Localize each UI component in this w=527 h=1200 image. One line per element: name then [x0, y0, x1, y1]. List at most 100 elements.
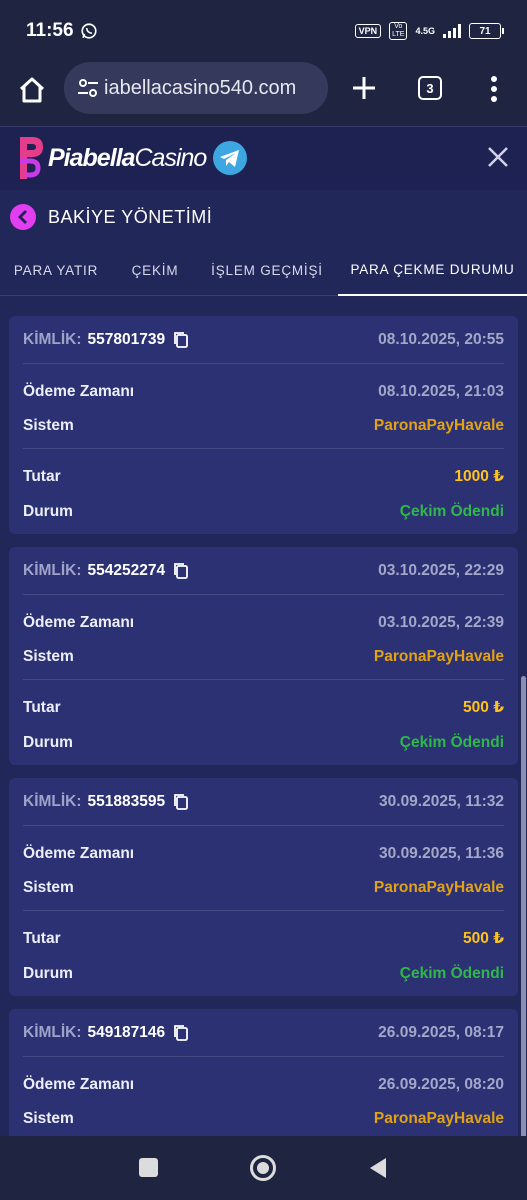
transaction-card: KİMLİK: 554252274 03.10.2025, 22:29 Ödem…	[9, 547, 518, 765]
site-logo[interactable]: PiabellaCasino	[16, 133, 248, 183]
status-row: Durum Çekim Ödendi	[23, 725, 504, 760]
site-header: PiabellaCasino	[0, 126, 527, 190]
copy-icon[interactable]	[173, 562, 189, 580]
id-value: 557801739	[87, 330, 166, 348]
signal-icon	[443, 24, 461, 38]
id-label: KİMLİK:	[23, 561, 82, 579]
status-label: Durum	[23, 502, 73, 520]
system-label: Sistem	[23, 417, 74, 434]
tab-count: 3	[426, 80, 434, 96]
created-date: 26.09.2025, 08:17	[378, 1023, 504, 1041]
whatsapp-icon	[80, 23, 97, 39]
status-right: VPN Vo LTE 4.5G 71	[354, 22, 504, 40]
address-bar[interactable]: iabellacasino540.com	[64, 62, 328, 114]
transaction-card: KİMLİK: 549187146 26.09.2025, 08:17 Ödem…	[9, 1009, 518, 1136]
close-icon[interactable]	[486, 145, 510, 169]
system-row: Sistem ParonaPayHavale	[23, 640, 504, 680]
clock: 11:56	[26, 20, 74, 41]
logo-text-bold: Piabella	[48, 143, 135, 172]
amount-label: Tutar	[23, 467, 61, 485]
payment-time-row: Ödeme Zamanı 26.09.2025, 08:20	[23, 1067, 504, 1102]
system-value: ParonaPayHavale	[373, 648, 504, 665]
amount-label: Tutar	[23, 929, 61, 947]
payment-time-value: 30.09.2025, 11:36	[379, 844, 504, 862]
tab-withdraw[interactable]: ÇEKİM	[114, 244, 196, 296]
id-value: 551883595	[87, 792, 166, 810]
status-value: Çekim Ödendi	[399, 502, 504, 520]
amount-value: 500 ₺	[463, 699, 504, 716]
status-bar: 11:56 VPN Vo LTE 4.5G 71	[0, 0, 527, 62]
id-value: 549187146	[87, 1023, 166, 1041]
telegram-icon[interactable]	[212, 140, 248, 176]
created-date: 08.10.2025, 20:55	[378, 330, 504, 348]
status-value: Çekim Ödendi	[399, 733, 504, 751]
id-label: KİMLİK:	[23, 330, 82, 348]
logo-mark-icon	[20, 137, 43, 179]
amount-value: 500 ₺	[463, 930, 504, 947]
home-button[interactable]	[250, 1155, 276, 1181]
back-triangle-icon[interactable]	[368, 1156, 388, 1180]
new-tab-icon[interactable]	[348, 72, 380, 104]
status-left: 11:56	[26, 20, 98, 42]
copy-icon[interactable]	[173, 793, 189, 811]
amount-row: Tutar 500 ₺	[23, 921, 504, 956]
scrollbar[interactable]	[521, 676, 526, 1136]
tab-switcher-button[interactable]: 3	[418, 76, 442, 100]
copy-icon[interactable]	[173, 1024, 189, 1042]
system-value: ParonaPayHavale	[373, 417, 504, 434]
transaction-id: KİMLİK: 549187146	[23, 1024, 189, 1042]
more-menu-icon[interactable]	[486, 74, 502, 104]
tab-transaction-history[interactable]: İŞLEM GEÇMİŞİ	[200, 244, 334, 296]
tab-label: ÇEKİM	[131, 262, 179, 278]
recents-button[interactable]	[139, 1158, 158, 1177]
system-label: Sistem	[23, 1110, 74, 1127]
tab-label: PARA YATIR	[13, 262, 99, 278]
card-header: KİMLİK: 551883595 30.09.2025, 11:32	[23, 778, 504, 826]
status-label: Durum	[23, 733, 73, 751]
system-nav-bar	[0, 1136, 527, 1200]
system-row: Sistem ParonaPayHavale	[23, 409, 504, 449]
status-value: Çekim Ödendi	[399, 964, 504, 982]
transaction-id: KİMLİK: 557801739	[23, 331, 189, 349]
logo-text: PiabellaCasino	[48, 143, 207, 173]
amount-value: 1000 ₺	[454, 468, 504, 485]
volte-bottom: LTE	[392, 31, 405, 38]
card-header: KİMLİK: 554252274 03.10.2025, 22:29	[23, 547, 504, 595]
transaction-id: KİMLİK: 551883595	[23, 793, 189, 811]
transaction-card: KİMLİK: 551883595 30.09.2025, 11:32 Ödem…	[9, 778, 518, 996]
withdrawal-list[interactable]: KİMLİK: 557801739 08.10.2025, 20:55 Ödem…	[0, 296, 527, 1136]
tab-label: İŞLEM GEÇMİŞİ	[211, 262, 323, 278]
card-header: KİMLİK: 557801739 08.10.2025, 20:55	[23, 316, 504, 364]
id-label: KİMLİK:	[23, 1023, 82, 1041]
back-button[interactable]	[10, 204, 36, 230]
status-row: Durum Çekim Ödendi	[23, 494, 504, 529]
status-row: Durum Çekim Ödendi	[23, 956, 504, 991]
payment-time-value: 26.09.2025, 08:20	[378, 1075, 504, 1093]
tab-withdrawal-status[interactable]: PARA ÇEKME DURUMU	[338, 244, 527, 296]
system-row: Sistem ParonaPayHavale	[23, 1102, 504, 1136]
vpn-badge: VPN	[354, 24, 382, 38]
browser-toolbar: iabellacasino540.com 3	[0, 62, 527, 126]
copy-icon[interactable]	[173, 331, 189, 349]
id-value: 554252274	[87, 561, 166, 579]
transaction-card: KİMLİK: 557801739 08.10.2025, 20:55 Ödem…	[9, 316, 518, 534]
system-row: Sistem ParonaPayHavale	[23, 871, 504, 911]
battery-level: 71	[479, 25, 491, 37]
payment-time-label: Ödeme Zamanı	[23, 613, 135, 631]
amount-row: Tutar 1000 ₺	[23, 459, 504, 494]
payment-time-row: Ödeme Zamanı 03.10.2025, 22:39	[23, 605, 504, 640]
amount-row: Tutar 500 ₺	[23, 690, 504, 725]
payment-time-row: Ödeme Zamanı 08.10.2025, 21:03	[23, 374, 504, 409]
home-icon[interactable]	[16, 74, 48, 106]
tab-deposit[interactable]: PARA YATIR	[0, 244, 112, 296]
card-header: KİMLİK: 549187146 26.09.2025, 08:17	[23, 1009, 504, 1057]
amount-label: Tutar	[23, 698, 61, 716]
network-type: 4.5G	[415, 26, 435, 36]
transaction-id: KİMLİK: 554252274	[23, 562, 189, 580]
battery-icon: 71	[469, 23, 504, 39]
site-settings-icon[interactable]	[76, 76, 100, 100]
payment-time-row: Ödeme Zamanı 30.09.2025, 11:36	[23, 836, 504, 871]
volte-top: Vo	[394, 23, 403, 30]
payment-time-label: Ödeme Zamanı	[23, 382, 135, 400]
system-value: ParonaPayHavale	[373, 1110, 504, 1127]
